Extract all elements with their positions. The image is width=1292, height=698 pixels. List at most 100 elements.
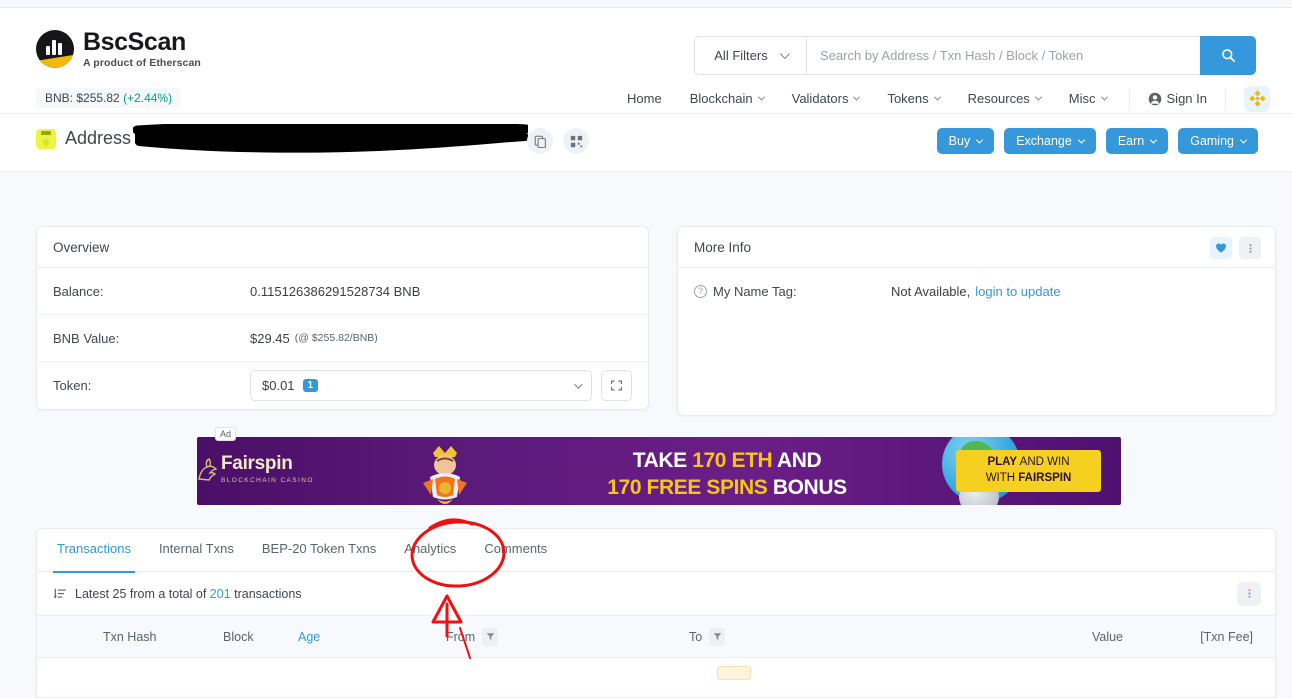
overview-title: Overview <box>37 227 648 268</box>
ad-cta-button[interactable]: PLAY AND WIN WITH FAIRSPIN <box>956 450 1101 492</box>
tab-transactions[interactable]: Transactions <box>43 529 145 573</box>
buy-button[interactable]: Buy <box>936 128 995 154</box>
column-txn-hash[interactable]: Txn Hash <box>37 630 223 644</box>
tx-suffix: transactions <box>230 586 302 601</box>
more-vertical-icon <box>1247 589 1251 598</box>
name-tag-label-wrap: ? My Name Tag: <box>694 284 891 299</box>
login-to-update-link[interactable]: login to update <box>975 284 1060 299</box>
bnb-price-label: BNB: $255.82 <box>45 91 120 105</box>
more-info-menu-button[interactable] <box>1239 237 1261 259</box>
transactions-menu-button[interactable] <box>1237 581 1261 606</box>
search-button[interactable] <box>1200 36 1256 75</box>
help-icon[interactable]: ? <box>694 285 707 298</box>
search-bar: All Filters <box>694 36 1256 75</box>
address-action-buttons: Buy Exchange Earn Gaming <box>936 128 1258 154</box>
gaming-button[interactable]: Gaming <box>1178 128 1258 154</box>
nav-item-blockchain[interactable]: Blockchain <box>676 84 778 113</box>
brand-tagline: A product of Etherscan <box>83 57 201 69</box>
nav-item-validators[interactable]: Validators <box>778 84 874 113</box>
column-block[interactable]: Block <box>223 630 298 644</box>
chevron-down-icon <box>574 379 583 389</box>
all-filters-dropdown[interactable]: All Filters <box>694 36 806 75</box>
nav-item-resources[interactable]: Resources <box>954 84 1055 113</box>
favorite-button[interactable] <box>1210 237 1232 259</box>
nav-label: Tokens <box>887 91 929 106</box>
ad-banner[interactable]: Fairspin BLOCKCHAIN CASINO TAKE 170 ETH … <box>197 437 1121 505</box>
tab-comments[interactable]: Comments <box>470 529 561 572</box>
nav-item-tokens[interactable]: Tokens <box>873 84 953 113</box>
tx-total-count: 201 <box>209 586 231 601</box>
token-expand-button[interactable] <box>601 370 632 401</box>
address-identity: Address <box>36 128 131 149</box>
tx-prefix: Latest 25 from a total of <box>75 586 210 601</box>
overview-card: Overview Balance: 0.115126386291528734 B… <box>36 226 649 410</box>
tab-label: Comments <box>484 540 548 556</box>
tab-analytics[interactable]: Analytics <box>390 529 470 572</box>
chevron-down-icon <box>779 49 790 60</box>
column-value[interactable]: Value <box>908 630 1123 644</box>
brand-logo[interactable]: BscScan A product of Etherscan <box>36 30 201 69</box>
ad-brand-name: Fairspin <box>221 453 293 474</box>
binance-chain-button[interactable] <box>1244 85 1270 112</box>
exchange-button[interactable]: Exchange <box>1004 128 1096 154</box>
tab-label: Transactions <box>57 540 131 556</box>
more-info-row-name-tag: ? My Name Tag: Not Available, login to u… <box>678 268 1275 315</box>
chevron-down-icon <box>1239 136 1248 144</box>
token-count-badge: 1 <box>302 379 319 392</box>
balance-value: 0.115126386291528734 BNB <box>250 283 421 299</box>
filter-icon[interactable] <box>482 627 499 646</box>
nav-label: Blockchain <box>689 91 753 106</box>
search-icon <box>1221 49 1235 63</box>
sign-in-button[interactable]: Sign In <box>1138 84 1217 113</box>
direction-badge <box>717 666 751 680</box>
bnb-price-change: (+2.44%) <box>123 91 173 105</box>
nav-item-misc[interactable]: Misc <box>1055 84 1121 113</box>
copy-address-button[interactable] <box>527 128 553 154</box>
more-info-title-label: More Info <box>694 240 752 255</box>
search-input[interactable] <box>806 36 1200 75</box>
nav-label: Misc <box>1068 91 1096 106</box>
nav-divider <box>1128 88 1130 109</box>
name-tag-value: Not Available, <box>891 284 971 299</box>
column-label: From <box>446 629 476 644</box>
ad-brand: Fairspin BLOCKCHAIN CASINO <box>198 453 314 484</box>
column-label: To <box>689 629 703 644</box>
ad-cta-line2: WITH FAIRSPIN <box>986 471 1072 487</box>
qr-code-button[interactable] <box>563 128 589 154</box>
ad-headline-line2: 170 FREE SPINS BONUS <box>517 476 937 500</box>
column-age[interactable]: Age <box>298 630 446 644</box>
more-info-card: More Info ? My Name Tag: Not Available, … <box>677 226 1276 416</box>
column-label: Block <box>223 629 254 644</box>
ad-brand-sub: BLOCKCHAIN CASINO <box>221 477 314 484</box>
column-from[interactable]: From <box>446 627 689 646</box>
column-to[interactable]: To <box>689 627 908 646</box>
chevron-down-icon <box>853 93 861 101</box>
bscscan-logo-icon <box>36 30 74 69</box>
token-dropdown[interactable]: $0.01 1 <box>250 370 593 401</box>
ad-cta-play: PLAY <box>987 456 1018 469</box>
pegasus-icon <box>198 458 218 481</box>
bnb-value-amount: $29.45 <box>250 330 290 346</box>
tab-label: BEP-20 Token Txns <box>261 540 377 556</box>
earn-button[interactable]: Earn <box>1105 128 1169 154</box>
ad-l1-post: AND <box>772 449 822 472</box>
earn-label: Earn <box>1117 134 1145 148</box>
tab-bep20-token-txns[interactable]: BEP-20 Token Txns <box>248 529 390 572</box>
column-label: Age <box>298 629 321 644</box>
address-tools <box>527 128 589 154</box>
column-label: [Txn Fee] <box>1200 629 1253 644</box>
transactions-first-row-peek <box>37 658 1275 680</box>
ad-label: Ad <box>215 427 237 441</box>
nav-item-home[interactable]: Home <box>613 84 676 113</box>
nav-label: Home <box>627 91 662 106</box>
sort-descending-icon[interactable] <box>53 587 67 601</box>
bnb-value-label: BNB Value: <box>53 330 120 346</box>
ad-l2-post: BONUS <box>767 476 847 499</box>
all-filters-label: All Filters <box>714 48 768 63</box>
page-title: Address <box>65 128 132 148</box>
column-txn-fee[interactable]: [Txn Fee] <box>1123 630 1275 644</box>
filter-icon[interactable] <box>709 627 726 646</box>
tab-bar: Transactions Internal Txns BEP-20 Token … <box>37 529 1275 573</box>
rocket-mascot-icon <box>397 443 507 505</box>
tab-internal-txns[interactable]: Internal Txns <box>145 529 248 572</box>
